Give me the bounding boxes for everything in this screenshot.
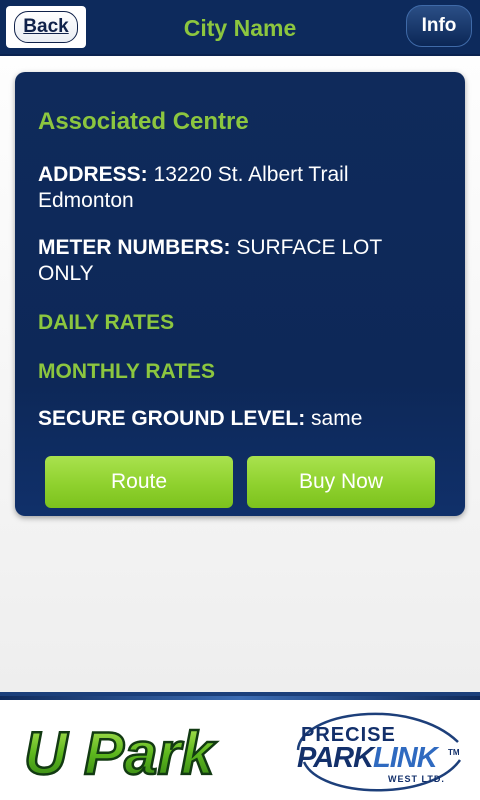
location-detail-card: Associated Centre ADDRESS: 13220 St. Alb… bbox=[15, 72, 465, 516]
buy-now-button[interactable]: Buy Now bbox=[247, 456, 435, 508]
monthly-rates-link[interactable]: MONTHLY RATES bbox=[38, 360, 215, 384]
secure-ground-level-value: same bbox=[311, 407, 363, 430]
route-button[interactable]: Route bbox=[45, 456, 233, 508]
secure-ground-level-label: SECURE GROUND LEVEL: bbox=[38, 407, 306, 430]
top-header: Back City Name Info bbox=[0, 0, 480, 56]
footer-divider bbox=[0, 696, 480, 700]
park-logo-part: PARK bbox=[297, 742, 374, 774]
page-title: City Name bbox=[183, 15, 297, 41]
parklink-logo-word: PARKLINK bbox=[297, 742, 438, 775]
back-button-label: Back bbox=[14, 11, 78, 43]
location-name: Associated Centre bbox=[38, 108, 249, 135]
trademark-mark: TM bbox=[448, 748, 460, 757]
address-field: ADDRESS: 13220 St. Albert Trail Edmonton bbox=[38, 162, 438, 214]
daily-rates-link[interactable]: DAILY RATES bbox=[38, 311, 174, 335]
secure-ground-level-field: SECURE GROUND LEVEL: same bbox=[38, 406, 438, 432]
back-button[interactable]: Back bbox=[6, 6, 86, 48]
info-button[interactable]: Info bbox=[406, 5, 472, 47]
footer-banner: U Park PRECISE PARKLINK TM WEST LTD. bbox=[0, 692, 480, 800]
meter-numbers-label: METER NUMBERS: bbox=[38, 236, 231, 259]
upark-logo: U Park bbox=[23, 719, 218, 786]
address-label: ADDRESS: bbox=[38, 163, 148, 186]
meter-numbers-field: METER NUMBERS: SURFACE LOT ONLY bbox=[38, 235, 438, 287]
west-ltd-word: WEST LTD. bbox=[388, 774, 445, 784]
upark-logo-text: U Park bbox=[24, 720, 217, 786]
link-logo-part: LINK bbox=[373, 742, 438, 774]
